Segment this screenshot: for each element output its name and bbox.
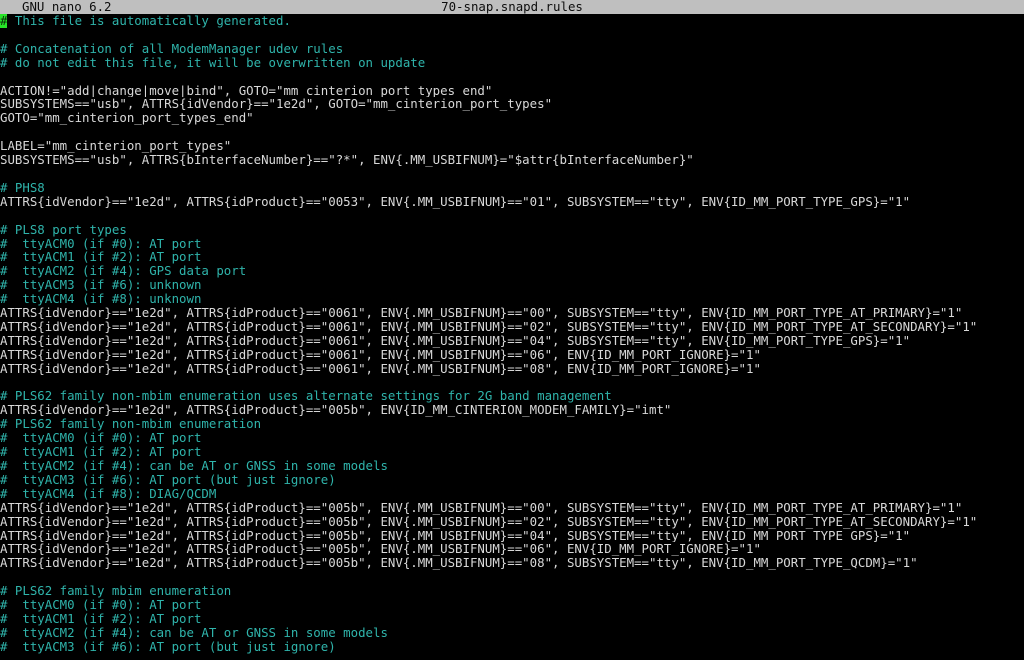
editor-line[interactable]: SUBSYSTEMS=="usb", ATTRS{bInterfaceNumbe… [0, 153, 1024, 167]
filename-label: 70-snap.snapd.rules [441, 0, 583, 14]
editor-line[interactable]: ATTRS{idVendor}=="1e2d", ATTRS{idProduct… [0, 542, 1024, 556]
editor-line[interactable]: ATTRS{idVendor}=="1e2d", ATTRS{idProduct… [0, 320, 1024, 334]
editor-line[interactable]: # ttyACM2 (if #4): GPS data port [0, 264, 1024, 278]
text-editor-area[interactable]: # This file is automatically generated. … [0, 14, 1024, 660]
editor-line[interactable]: # ttyACM4 (if #8): DIAG/QCDM [0, 487, 1024, 501]
editor-line[interactable]: ATTRS{idVendor}=="1e2d", ATTRS{idProduct… [0, 556, 1024, 570]
editor-line[interactable] [0, 209, 1024, 223]
editor-line[interactable]: ATTRS{idVendor}=="1e2d", ATTRS{idProduct… [0, 334, 1024, 348]
editor-line[interactable]: # ttyACM3 (if #6): AT port (but just ign… [0, 473, 1024, 487]
editor-line[interactable]: # ttyACM0 (if #0): AT port [0, 237, 1024, 251]
editor-line[interactable]: # ttyACM1 (if #2): AT port [0, 250, 1024, 264]
terminal-window: GNU nano 6.2 70-snap.snapd.rules # This … [0, 0, 1024, 660]
editor-line[interactable]: # do not edit this file, it will be over… [0, 56, 1024, 70]
editor-line[interactable]: # ttyACM2 (if #4): can be AT or GNSS in … [0, 626, 1024, 640]
editor-line[interactable]: # PLS8 port types [0, 223, 1024, 237]
editor-line[interactable]: # ttyACM0 (if #0): AT port [0, 598, 1024, 612]
editor-line[interactable]: # ttyACM2 (if #4): can be AT or GNSS in … [0, 459, 1024, 473]
editor-line[interactable]: # PLS62 family non-mbim enumeration [0, 417, 1024, 431]
editor-line[interactable]: ATTRS{idVendor}=="1e2d", ATTRS{idProduct… [0, 348, 1024, 362]
editor-line[interactable]: ACTION!="add|change|move|bind", GOTO="mm… [0, 84, 1024, 98]
editor-line[interactable] [0, 28, 1024, 42]
nano-title-bar: GNU nano 6.2 70-snap.snapd.rules [0, 0, 1024, 14]
editor-line[interactable] [0, 376, 1024, 390]
editor-line[interactable]: GOTO="mm_cinterion_port_types_end" [0, 111, 1024, 125]
editor-line[interactable] [0, 167, 1024, 181]
editor-line[interactable]: ATTRS{idVendor}=="1e2d", ATTRS{idProduct… [0, 195, 1024, 209]
editor-line[interactable]: # PLS62 family mbim enumeration [0, 584, 1024, 598]
editor-line[interactable]: ATTRS{idVendor}=="1e2d", ATTRS{idProduct… [0, 362, 1024, 376]
editor-line[interactable]: SUBSYSTEMS=="usb", ATTRS{idVendor}=="1e2… [0, 97, 1024, 111]
editor-line[interactable]: # ttyACM1 (if #2): AT port [0, 612, 1024, 626]
editor-line[interactable] [0, 570, 1024, 584]
text-cursor: # [0, 14, 8, 28]
editor-line[interactable]: LABEL="mm_cinterion_port_types" [0, 139, 1024, 153]
editor-line[interactable]: # PHS8 [0, 181, 1024, 195]
editor-line[interactable] [0, 125, 1024, 139]
editor-line[interactable]: # ttyACM4 (if #8): unknown [0, 292, 1024, 306]
editor-line[interactable]: # ttyACM0 (if #0): AT port [0, 431, 1024, 445]
editor-line[interactable]: ATTRS{idVendor}=="1e2d", ATTRS{idProduct… [0, 529, 1024, 543]
editor-line[interactable] [0, 70, 1024, 84]
editor-line[interactable]: # ttyACM3 (if #6): unknown [0, 278, 1024, 292]
editor-line[interactable]: # ttyACM1 (if #2): AT port [0, 445, 1024, 459]
editor-line[interactable]: ATTRS{idVendor}=="1e2d", ATTRS{idProduct… [0, 515, 1024, 529]
editor-line[interactable]: # This file is automatically generated. [0, 14, 1024, 28]
editor-line[interactable]: # Concatenation of all ModemManager udev… [0, 42, 1024, 56]
editor-line[interactable]: # ttyACM3 (if #6): AT port (but just ign… [0, 640, 1024, 654]
editor-line[interactable]: ATTRS{idVendor}=="1e2d", ATTRS{idProduct… [0, 306, 1024, 320]
editor-line[interactable]: # PLS62 family non-mbim enumeration uses… [0, 389, 1024, 403]
editor-line[interactable]: ATTRS{idVendor}=="1e2d", ATTRS{idProduct… [0, 403, 1024, 417]
editor-line[interactable]: ATTRS{idVendor}=="1e2d", ATTRS{idProduct… [0, 501, 1024, 515]
